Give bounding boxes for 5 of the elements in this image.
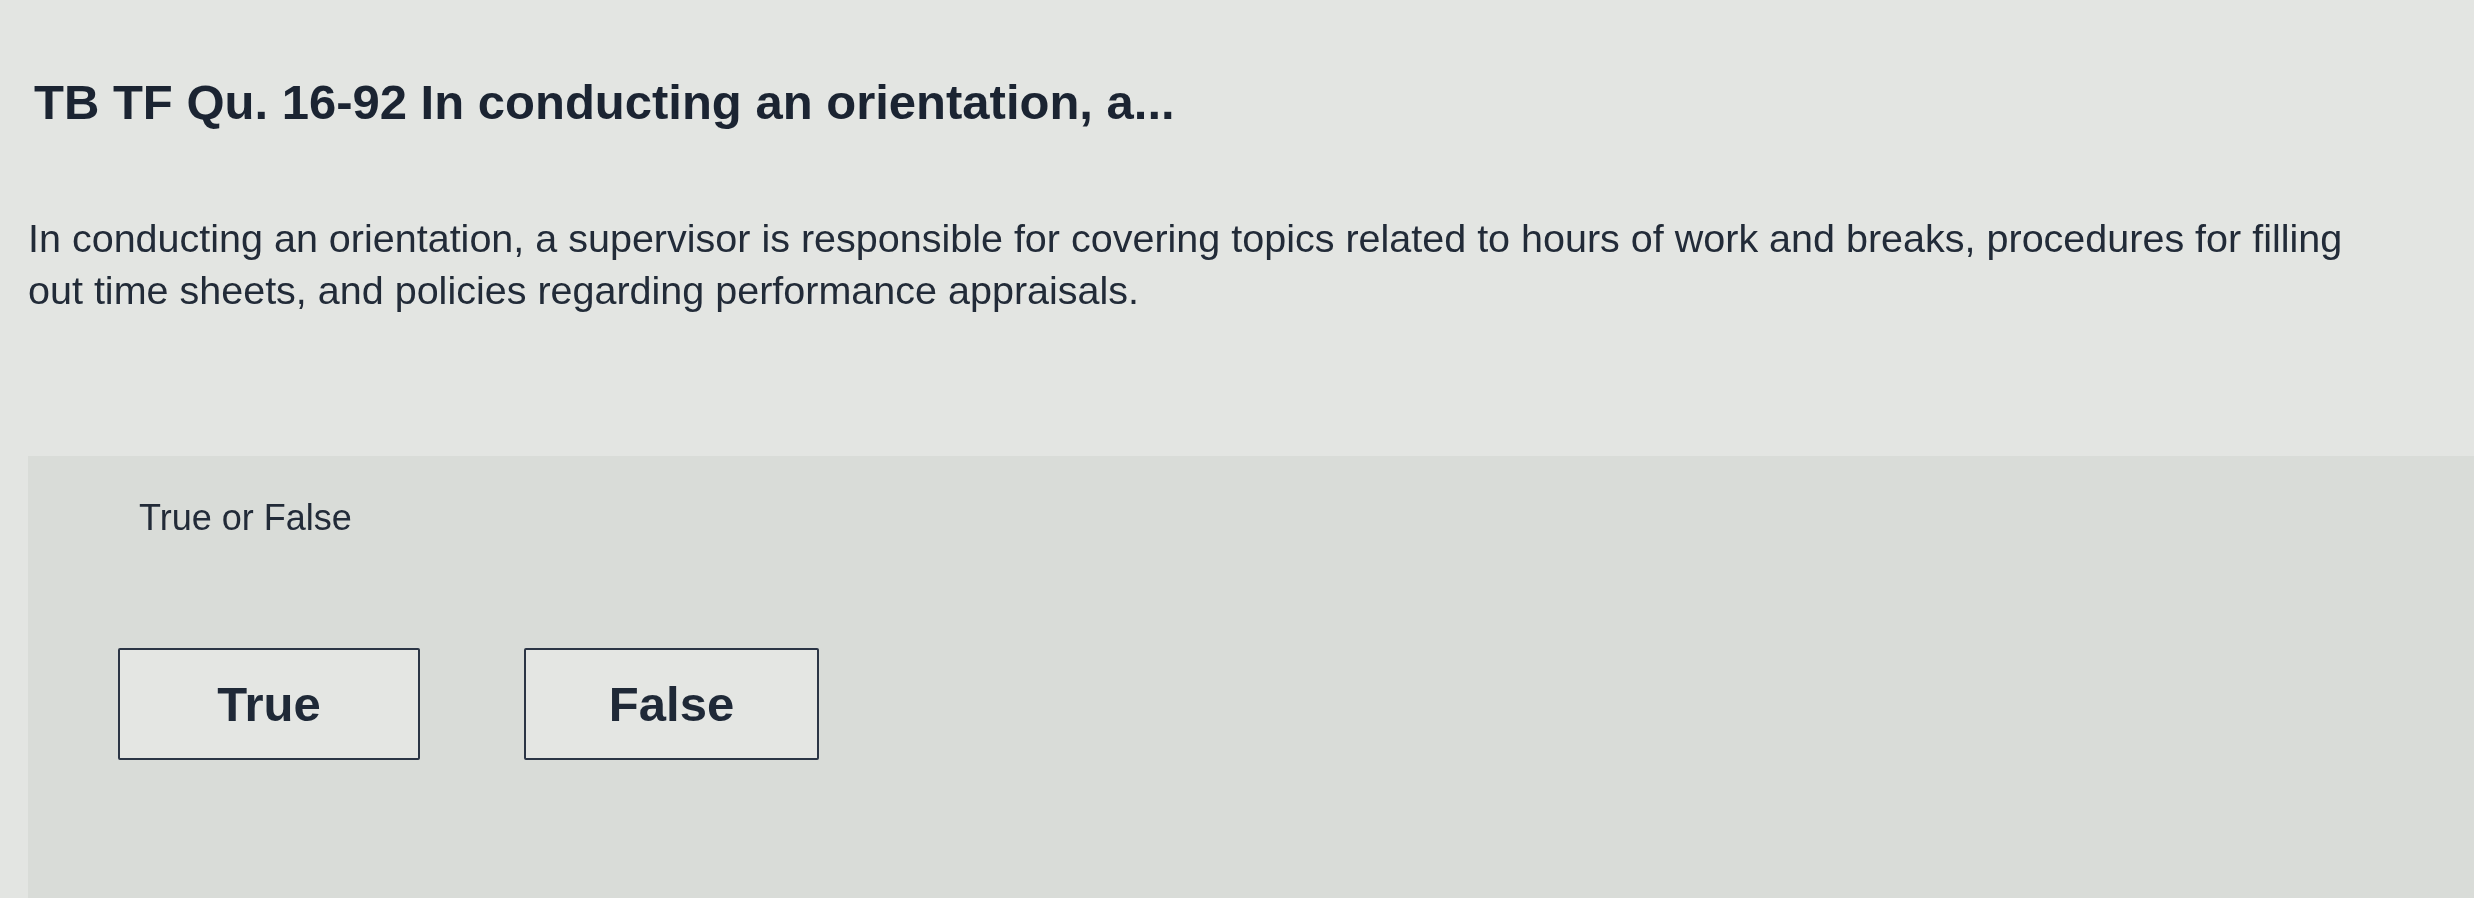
answer-button[interactable]: False [524, 648, 819, 760]
answer-prompt: True or False [139, 496, 352, 540]
question-title: TB TF Qu. 16-92 In conducting an orientation, a... [34, 76, 1175, 128]
question-text: In conducting an orientation, a supervisor is responsible for covering topics related to hours of work and breaks, procedures for filling out time sheets, and policies regarding performance appraisals. [28, 215, 2344, 314]
answer-button[interactable]: True [118, 648, 420, 760]
